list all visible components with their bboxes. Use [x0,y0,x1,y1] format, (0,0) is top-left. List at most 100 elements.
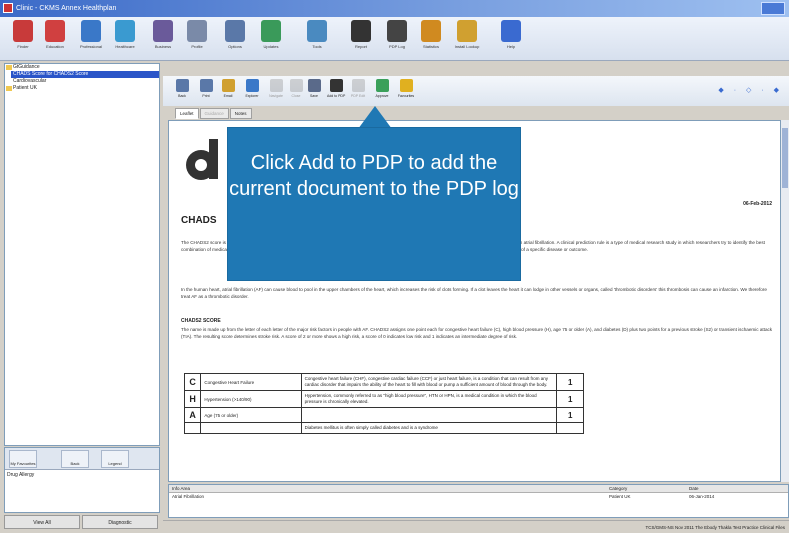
toolbar-button-tools[interactable]: Tools [300,20,334,58]
toolbar-button-help[interactable]: Help [494,20,528,58]
doc-button-navigate[interactable]: Navigate [267,79,285,103]
cell-points: 1 [556,390,584,408]
back-button[interactable]: Back [61,450,89,468]
toolbar-button-report[interactable]: Report [344,20,378,58]
toolbar-button-healthcare[interactable]: Healthcare [108,20,142,58]
cell-name [200,422,302,434]
tab-diagnostic[interactable]: Diagnostic [82,515,158,529]
col-date[interactable]: Date [689,486,699,491]
close-window-button[interactable] [761,2,785,15]
table-row: H Hypertension (>140/90) Hypertension, com… [183,390,584,408]
doc-button-favourites[interactable]: Favourites [397,79,415,103]
doc-button-approve[interactable]: Approve [373,79,391,103]
toolbar-button-updates[interactable]: Updates [254,20,288,58]
toolbar-button-label: Professional [79,44,102,49]
chads-score-table: C Congestive Heart Failure Congestive hear… [183,373,584,434]
close-icon [289,79,303,92]
tree-item[interactable]: CHADS Score for CHADS2 Score [11,71,159,78]
toolbar-button-pdp-log[interactable]: PDP Log [380,20,414,58]
toolbar-button-business[interactable]: Business [146,20,180,58]
col-info-area[interactable]: Info Area [172,486,190,491]
tree-item[interactable]: Patient UK [5,85,159,92]
doc-button-label: Approve [375,94,389,98]
cell-name: Congestive Heart Failure [200,373,302,391]
doc-button-pdp-edit[interactable]: PDP Edit [349,79,367,103]
status-bar: TCS/GMS-NS Nov 2011 The Ebody Thakla Tes… [163,520,789,533]
paragraph-atrial: In the human heart, atrial fibrillation … [181,287,767,299]
document-scrollbar[interactable] [781,120,789,482]
doc-button-close[interactable]: Close [287,79,305,103]
section-heading: CHADS2 SCORE [181,318,221,324]
approve-icon [375,79,389,92]
doc-button-explorer[interactable]: Explorer [243,79,261,103]
col-category[interactable]: Category [609,486,627,491]
finder-icon [13,20,33,42]
toolbar-button-options[interactable]: Options [218,20,252,58]
cell-desc: Diabetes mellitus is often simply called… [300,422,558,434]
cell-points [556,422,584,434]
navigate-icon [269,79,283,92]
tab-notes[interactable]: Notes [229,108,252,119]
my-favourites-button[interactable]: My Favourites [9,450,37,468]
pdp-log-list: Info Area Category Date Atrial Fibrillat… [168,484,789,518]
cell-name: Hypertension (>140/90) [200,390,302,408]
tree-item[interactable]: GtGuidance [5,64,159,71]
table-row: A Age (75 or older) 1 [183,407,584,423]
document-toolbar: ◆ · ◇ · ◆ Back Print Email Explorer Navigate… [163,76,789,106]
doc-button-add-to-pdp[interactable]: Add to PDP [327,79,345,103]
log-date: 06-Jan-2014 [689,494,715,499]
legend-button[interactable]: Legend [101,450,129,468]
toolbar-button-install-lookup[interactable]: Install Lookup [450,20,484,58]
tools-icon [307,20,327,42]
doc-button-save[interactable]: Save [305,79,323,103]
cell-name: Age (75 or older) [200,407,302,423]
window-title: Clinic - CKMS Annex Healthplan [16,5,117,12]
cell-letter: A [183,407,202,423]
toolbar-button-profile[interactable]: Profile [180,20,214,58]
document-heading: CHADS [181,215,217,226]
log-header: Info Area Category Date [169,485,788,493]
toolbar-button-label: Report [354,44,367,49]
doc-button-label: Explorer [245,94,259,98]
toolbar-button-education[interactable]: Education [38,20,72,58]
doc-button-label: Print [202,94,210,98]
tab-guidance[interactable]: Guidance [199,108,229,119]
log-row[interactable]: Atrial Fibrillation Patient UK 06-Jan-20… [169,493,788,501]
cell-letter: C [183,373,202,391]
doc-button-label: Close [291,94,301,98]
callout-pointer [358,106,392,129]
doc-button-back[interactable]: Back [173,79,191,103]
instruction-callout: Click Add to PDP to add the current docu… [228,128,520,280]
doc-button-label: Email [223,94,233,98]
doc-button-label: Back [178,94,186,98]
tab-leaflet[interactable]: Leaflet [175,108,199,119]
document-date: 06-Feb-2012 [743,201,772,207]
doc-button-label: Navigate [269,94,283,98]
explorer-icon [245,79,259,92]
main-toolbar: Finder Education Professional Healthcare Bus… [0,17,789,61]
toolbar-button-label: Finder [17,44,29,49]
print-icon [199,79,213,92]
cell-letter [183,422,202,434]
updates-icon [261,20,281,42]
scrollbar-thumb[interactable] [782,128,788,188]
tab-view-all[interactable]: View All [4,515,80,529]
favourites-toolbar: My Favourites Back Legend [5,448,159,470]
drug-allergy-label: Drug Allergy [7,472,35,478]
toolbar-button-statistics[interactable]: Statistics [414,20,448,58]
toolbar-button-label: Healthcare [115,44,135,49]
toolbar-button-finder[interactable]: Finder [6,20,40,58]
tree-item[interactable]: Cardiovascular [5,78,159,85]
doc-button-email[interactable]: Email [219,79,237,103]
toolbar-button-professional[interactable]: Professional [74,20,108,58]
bottom-tabs: View All Diagnostic [4,515,160,529]
toolbar-button-label: Help [506,44,516,49]
navigation-tree: GtGuidance CHADS Score for CHADS2 Score Ca… [4,63,160,446]
install-lookup-icon [457,20,477,42]
navigation-arrows[interactable]: ◆ · ◇ · ◆ [718,86,783,94]
email-icon [221,79,235,92]
doc-button-print[interactable]: Print [197,79,215,103]
cell-desc: Hypertension, commonly referred to as "h… [300,390,558,408]
toolbar-button-label: Install Lookup [454,44,480,49]
toolbar-button-label: Statistics [422,44,439,49]
